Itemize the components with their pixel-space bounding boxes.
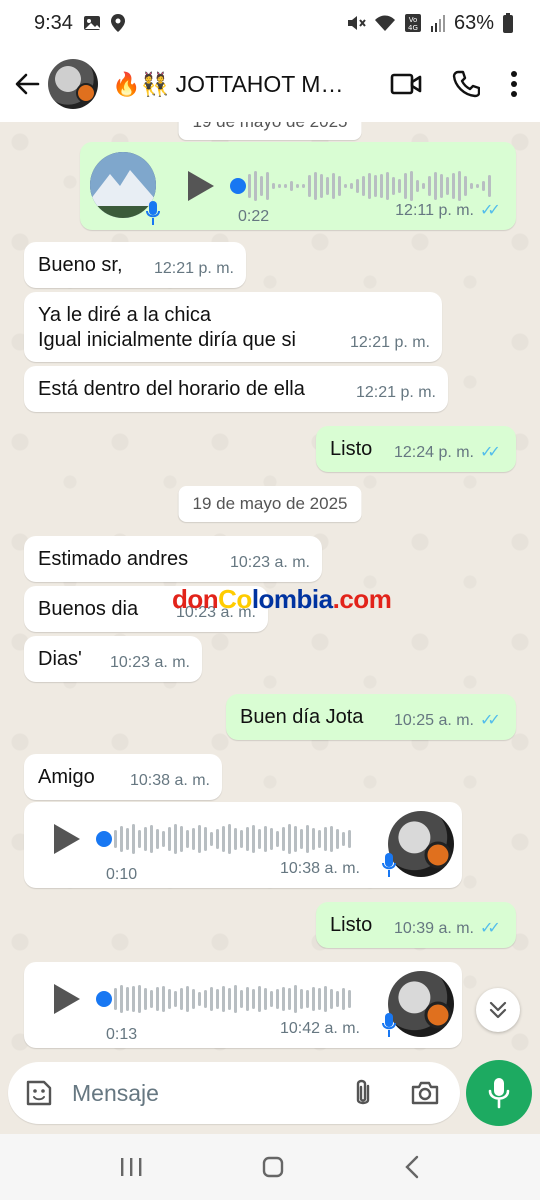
message-time: 10:23 a. m.	[109, 654, 190, 671]
voice-sender-avatar	[388, 971, 454, 1037]
play-button[interactable]	[54, 824, 80, 854]
message-input[interactable]: Mensaje	[72, 1080, 159, 1107]
message-text: Buenos dia	[38, 598, 139, 620]
message-time: 10:38 a. m.	[129, 772, 210, 789]
message-time: 12:21 p. m.	[153, 260, 234, 277]
phone-icon[interactable]	[452, 70, 480, 98]
mute-icon	[347, 16, 366, 30]
incoming-message[interactable]: Estimado andres 10:23 a. m.	[24, 536, 322, 582]
voice-sender-avatar	[388, 811, 454, 877]
message-time: 10:42 a. m.	[279, 1020, 360, 1037]
incoming-message[interactable]: Bueno sr, 12:21 p. m.	[24, 242, 246, 288]
play-button[interactable]	[188, 171, 214, 201]
chat-area[interactable]: 19 de mayo de 2025 0:22 12:11 p. m. ✓✓ Bu…	[0, 122, 540, 1062]
message-composer[interactable]: Mensaje	[8, 1062, 460, 1124]
message-text: Amigo	[38, 766, 95, 788]
battery-icon	[503, 13, 513, 33]
voice-message[interactable]: 0:13 10:42 a. m.	[24, 962, 462, 1048]
chat-header: 🔥👯 JOTTAHOT MA...	[0, 46, 540, 122]
message-text: Buen día Jota	[240, 706, 364, 728]
voice-record-button[interactable]	[466, 1060, 532, 1126]
message-time: 10:39 a. m.	[393, 920, 474, 937]
video-camera-icon[interactable]	[390, 72, 422, 96]
waveform	[114, 819, 351, 859]
back-nav-icon[interactable]	[403, 1155, 421, 1179]
play-button[interactable]	[54, 984, 80, 1014]
message-time: 10:23 a. m.	[229, 554, 310, 571]
outgoing-message[interactable]: Buen día Jota 10:25 a. m. ✓✓	[226, 694, 516, 740]
voice-message[interactable]: 0:10 10:38 a. m.	[24, 802, 462, 888]
camera-icon[interactable]	[410, 1080, 440, 1106]
scroll-to-bottom-button[interactable]	[476, 988, 520, 1032]
back-button[interactable]	[10, 64, 44, 104]
message-text: Listo	[330, 438, 373, 460]
status-bar: 9:34 Vo 4G 63%	[0, 0, 540, 46]
message-text: Igual inicialmente diría que si	[38, 329, 296, 351]
incoming-message[interactable]: Ya le diré a la chica Igual inicialmente…	[24, 292, 442, 362]
playback-position[interactable]	[96, 991, 112, 1007]
playback-position[interactable]	[96, 831, 112, 847]
microphone-icon	[382, 1013, 396, 1037]
microphone-icon	[382, 853, 396, 877]
message-time: 12:24 p. m.	[393, 444, 474, 461]
outgoing-message[interactable]: Listo 12:24 p. m. ✓✓	[316, 426, 516, 472]
microphone-icon	[146, 201, 160, 225]
voice-duration: 0:22	[238, 208, 270, 225]
message-text: Listo	[330, 914, 373, 936]
location-icon	[110, 14, 125, 32]
voice-duration: 0:13	[106, 1026, 138, 1043]
volte-icon: Vo4G	[404, 14, 421, 32]
read-receipt-icon: ✓✓	[480, 712, 501, 729]
battery-percent: 63%	[453, 11, 494, 34]
voice-message[interactable]: 0:22 12:11 p. m. ✓✓	[80, 142, 516, 230]
playback-position[interactable]	[230, 178, 246, 194]
status-time: 9:34	[34, 11, 73, 34]
gallery-icon	[83, 16, 100, 30]
waveform	[114, 979, 351, 1019]
read-receipt-icon: ✓✓	[480, 444, 501, 461]
message-text: Ya le diré a la chica	[38, 304, 212, 326]
message-time: 12:11 p. m.	[395, 202, 474, 219]
read-receipt-icon: ✓✓	[480, 920, 501, 937]
message-time: 10:25 a. m.	[393, 712, 474, 729]
message-time: 12:21 p. m.	[355, 384, 436, 401]
message-text: Estimado andres	[38, 548, 189, 570]
incoming-message[interactable]: Dias' 10:23 a. m.	[24, 636, 202, 682]
message-text: Está dentro del horario de ella	[38, 378, 305, 400]
date-separator: 19 de mayo de 2025	[178, 486, 362, 522]
sticker-icon[interactable]	[24, 1078, 54, 1108]
arrow-left-icon	[15, 73, 40, 95]
recent-apps-icon[interactable]	[119, 1156, 143, 1178]
read-receipt-icon: ✓✓	[480, 202, 501, 219]
incoming-message[interactable]: Amigo 10:38 a. m.	[24, 754, 222, 800]
signal-icon	[430, 15, 445, 32]
microphone-icon	[488, 1078, 510, 1109]
message-time: 12:21 p. m.	[349, 334, 430, 351]
chat-title[interactable]: 🔥👯 JOTTAHOT MA...	[112, 71, 352, 98]
system-nav-bar	[0, 1134, 540, 1200]
more-vertical-icon[interactable]	[510, 70, 518, 98]
message-text: Bueno sr,	[38, 254, 123, 276]
message-time: 10:38 a. m.	[279, 860, 360, 877]
home-icon[interactable]	[261, 1155, 285, 1179]
double-chevron-down-icon	[489, 1001, 507, 1019]
outgoing-message[interactable]: Listo 10:39 a. m. ✓✓	[316, 902, 516, 948]
voice-duration: 0:10	[106, 866, 138, 883]
date-separator: 19 de mayo de 2025	[178, 122, 362, 140]
paperclip-icon[interactable]	[352, 1078, 374, 1108]
incoming-message[interactable]: Está dentro del horario de ella 12:21 p.…	[24, 366, 448, 412]
wifi-icon	[374, 15, 395, 31]
svg-text:4G: 4G	[408, 24, 418, 32]
incoming-message[interactable]: Buenos dia 10:23 a. m.	[24, 586, 268, 632]
contact-avatar[interactable]	[48, 59, 98, 109]
message-text: Dias'	[38, 648, 82, 670]
message-time: 10:23 a. m.	[175, 604, 256, 621]
svg-text:Vo: Vo	[409, 16, 418, 24]
